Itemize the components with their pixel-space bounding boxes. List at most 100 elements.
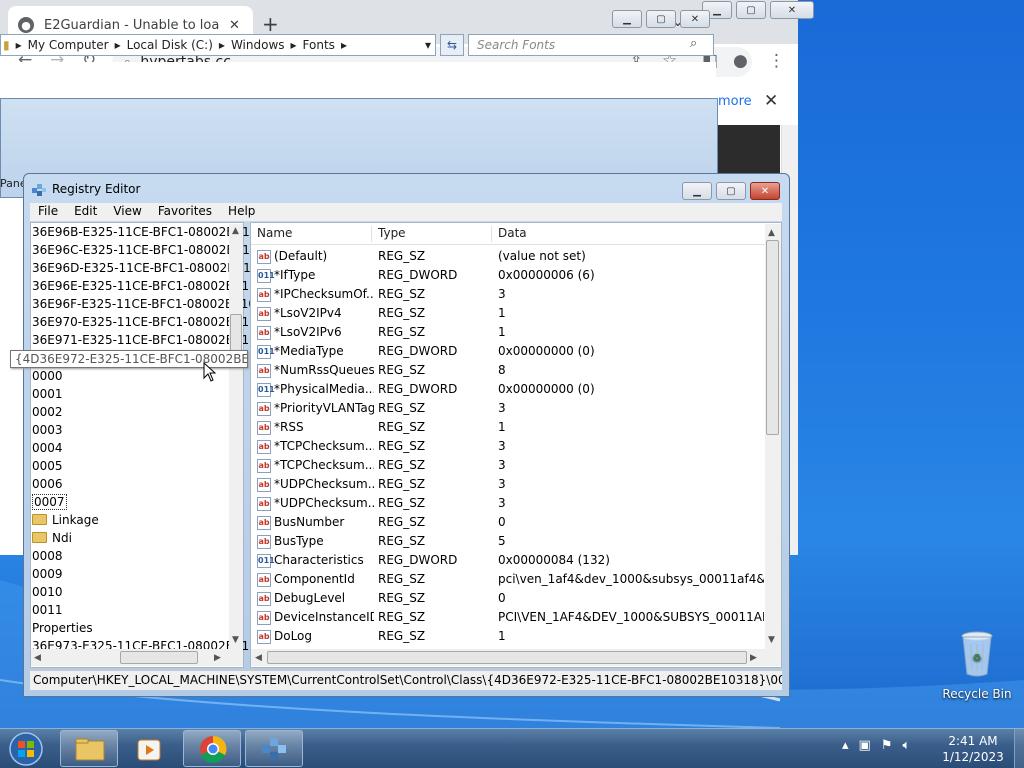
tree-item[interactable]: 0010 xyxy=(32,583,63,601)
minimize-button[interactable]: ▁ xyxy=(612,10,642,28)
tab-close-icon[interactable]: ✕ xyxy=(229,18,240,33)
tree-item[interactable]: Linkage xyxy=(32,511,99,529)
value-row[interactable]: ab (Default) REG_SZ (value not set) xyxy=(255,248,765,267)
tree-item[interactable]: 0003 xyxy=(32,421,63,439)
value-row[interactable]: ab BusType REG_SZ 5 xyxy=(255,533,765,552)
breadcrumb-item[interactable]: Fonts xyxy=(303,38,335,52)
scroll-left-icon[interactable]: ◀ xyxy=(34,653,41,663)
window-title: Registry Editor xyxy=(52,182,141,196)
tree-item[interactable]: 0011 xyxy=(32,601,63,619)
dropdown-arrow-icon[interactable]: ▾ xyxy=(425,38,431,52)
maximize-button[interactable]: ▢ xyxy=(736,1,766,19)
value-row[interactable]: 011 *IfType REG_DWORD 0x00000006 (6) xyxy=(255,267,765,286)
tree-item-label: 0008 xyxy=(32,549,63,563)
value-name: (Default) xyxy=(274,249,328,263)
minimize-button[interactable]: ▁ xyxy=(682,182,712,200)
value-type: REG_DWORD xyxy=(378,344,458,358)
taskbar-regedit-button[interactable] xyxy=(245,730,303,767)
close-button[interactable]: ✕ xyxy=(750,182,780,200)
value-type: REG_SZ xyxy=(378,306,426,320)
value-row[interactable]: 011 *PhysicalMedia... REG_DWORD 0x00000000 … xyxy=(255,381,765,400)
breadcrumb-item[interactable]: Local Disk (C:) xyxy=(127,38,213,52)
value-row[interactable]: ab DoLog REG_SZ 1 xyxy=(255,628,765,647)
recycle-bin-shortcut[interactable]: ♻ Recycle Bin xyxy=(942,630,1012,701)
value-row[interactable]: ab *UDPChecksum... REG_SZ 3 xyxy=(255,476,765,495)
maximize-button[interactable]: ▢ xyxy=(716,182,746,200)
breadcrumb-item[interactable]: Windows xyxy=(231,38,285,52)
value-row[interactable]: ab *UDPChecksum... REG_SZ 3 xyxy=(255,495,765,514)
value-row[interactable]: ab *RSS REG_SZ 1 xyxy=(255,419,765,438)
menu-favorites[interactable]: Favorites xyxy=(150,203,220,221)
column-data[interactable]: Data xyxy=(491,226,761,242)
tree-item[interactable]: Properties xyxy=(32,619,93,637)
tree-item[interactable]: 0008 xyxy=(32,547,63,565)
value-row[interactable]: 011 *MediaType REG_DWORD 0x00000000 (0) xyxy=(255,343,765,362)
value-row[interactable]: ab *IPChecksumOf... REG_SZ 3 xyxy=(255,286,765,305)
list-scroll-thumb[interactable] xyxy=(766,240,779,435)
tree-item[interactable]: 0000 xyxy=(32,367,63,385)
scroll-right-icon[interactable]: ▶ xyxy=(214,653,221,663)
list-hscroll-thumb[interactable] xyxy=(267,651,747,664)
close-button[interactable]: ✕ xyxy=(680,10,710,28)
browser-tab-title: E2Guardian - Unable to load web xyxy=(44,17,219,33)
value-row[interactable]: ab ComponentId REG_SZ pci\ven_1af4&dev_1000… xyxy=(255,571,765,590)
value-row[interactable]: ab *LsoV2IPv4 REG_SZ 1 xyxy=(255,305,765,324)
tree-scroll-thumb[interactable] xyxy=(230,314,242,352)
menu-dots-icon[interactable]: ⋮ xyxy=(768,51,785,71)
scroll-left-icon[interactable]: ◀ xyxy=(255,653,262,663)
tree-item[interactable]: 0009 xyxy=(32,565,63,583)
close-button[interactable]: ✕ xyxy=(770,1,814,19)
scroll-right-icon[interactable]: ▶ xyxy=(750,653,757,663)
profile-avatar-icon[interactable]: ● xyxy=(733,51,748,71)
scroll-down-icon[interactable]: ▼ xyxy=(232,635,239,645)
value-row[interactable]: ab *PriorityVLANTag REG_SZ 3 xyxy=(255,400,765,419)
tree-vertical-scrollbar[interactable] xyxy=(229,224,243,652)
tree-item[interactable]: Ndi xyxy=(32,529,72,547)
breadcrumb-item[interactable]: My Computer xyxy=(28,38,109,52)
refresh-button[interactable]: ⇆ xyxy=(440,34,464,56)
scroll-down-icon[interactable]: ▼ xyxy=(768,635,775,645)
show-desktop-button[interactable] xyxy=(1014,729,1024,768)
tree-item[interactable]: 0001 xyxy=(32,385,63,403)
taskbar-chrome-button[interactable] xyxy=(183,730,241,767)
volume-icon[interactable]: 🔈︎ xyxy=(902,738,910,753)
value-row[interactable]: 011 Characteristics REG_DWORD 0x00000084 (1… xyxy=(255,552,765,571)
tree-item[interactable]: 0006 xyxy=(32,475,63,493)
column-type[interactable]: Type xyxy=(371,226,491,242)
folder-icon xyxy=(32,514,47,525)
menu-edit[interactable]: Edit xyxy=(66,203,105,221)
value-row[interactable]: ab DebugLevel REG_SZ 0 xyxy=(255,590,765,609)
taskbar-media-player-button[interactable] xyxy=(121,730,179,767)
menu-help[interactable]: Help xyxy=(220,203,263,221)
scroll-up-icon[interactable]: ▲ xyxy=(768,228,775,238)
tree-item[interactable]: 0004 xyxy=(32,439,63,457)
value-row[interactable]: ab *TCPChecksum... REG_SZ 3 xyxy=(255,457,765,476)
value-row[interactable]: ab BusNumber REG_SZ 0 xyxy=(255,514,765,533)
content-close-icon[interactable]: ✕ xyxy=(764,91,778,111)
scroll-up-icon[interactable]: ▲ xyxy=(232,226,239,236)
explorer-search-input[interactable]: Search Fonts xyxy=(468,34,714,56)
value-name: *IfType xyxy=(274,268,316,282)
network-icon[interactable]: ▣ xyxy=(859,738,871,753)
tree-item[interactable]: 0002 xyxy=(32,403,63,421)
more-link[interactable]: more xyxy=(718,94,752,109)
value-row[interactable]: ab DeviceInstanceID REG_SZ PCI\VEN_1AF4&DEV… xyxy=(255,609,765,628)
start-button[interactable] xyxy=(6,730,46,768)
tree-item[interactable]: 0007 xyxy=(32,493,67,511)
tree-hscroll-thumb[interactable] xyxy=(120,651,198,664)
action-center-flag-icon[interactable]: ⚑ xyxy=(881,738,893,753)
new-tab-button[interactable]: + xyxy=(262,12,279,36)
maximize-button[interactable]: ▢ xyxy=(646,10,676,28)
menu-view[interactable]: View xyxy=(105,203,149,221)
menu-file[interactable]: File xyxy=(30,203,66,221)
tree-item-label: 0000 xyxy=(32,369,63,383)
taskbar-clock[interactable]: 2:41 AM 1/12/2023 xyxy=(940,733,1006,765)
explorer-address-bar[interactable]: ▮ ▸ My Computer ▸ Local Disk (C:) ▸ Window… xyxy=(0,34,436,56)
taskbar-explorer-button[interactable] xyxy=(60,730,118,767)
tree-item[interactable]: 0005 xyxy=(32,457,63,475)
value-row[interactable]: ab *LsoV2IPv6 REG_SZ 1 xyxy=(255,324,765,343)
value-row[interactable]: ab *NumRssQueues REG_SZ 8 xyxy=(255,362,765,381)
tray-expand-icon[interactable]: ▴ xyxy=(842,738,849,753)
value-row[interactable]: ab *TCPChecksum... REG_SZ 3 xyxy=(255,438,765,457)
column-name[interactable]: Name xyxy=(251,226,371,242)
